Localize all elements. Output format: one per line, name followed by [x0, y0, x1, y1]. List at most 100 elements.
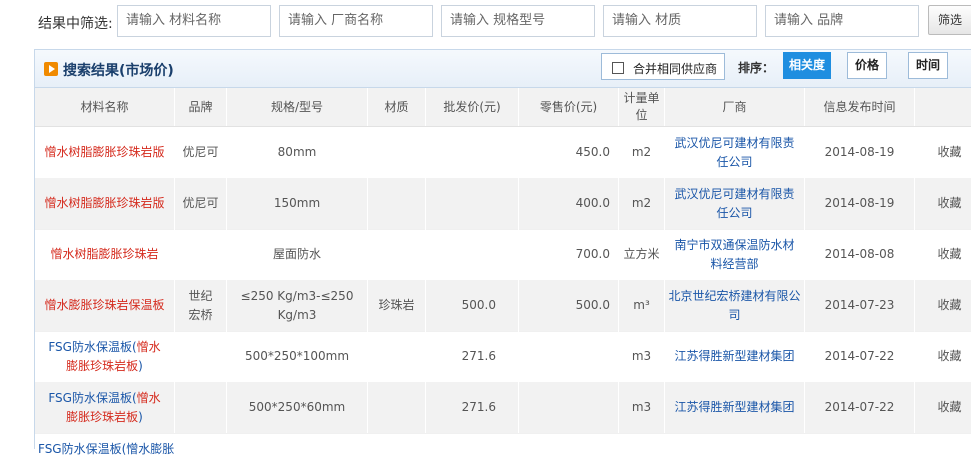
material-cell: [368, 178, 426, 229]
vendor-link[interactable]: 北京世纪宏桥建材有限公司: [665, 280, 805, 331]
table-row: FSG防水保温板(憎水膨胀珍珠岩板) 500*250*60mm 271.6 m3…: [35, 382, 971, 434]
wholesale-cell: [426, 127, 519, 178]
vendor-link[interactable]: 江苏得胜新型建材集团: [665, 331, 805, 382]
favorite-link[interactable]: 收藏: [915, 382, 971, 433]
vendor-link[interactable]: 江苏得胜新型建材集团: [665, 382, 805, 433]
date-cell: 2014-08-19: [805, 178, 915, 229]
favorite-link[interactable]: 收藏: [915, 280, 971, 331]
panel-header: 搜索结果(市场价) 合并相同供应商 排序： 相关度 价格 时间: [35, 50, 971, 88]
brand-cell: 优尼可: [175, 178, 227, 229]
brand-cell: [175, 229, 227, 280]
material-name-link[interactable]: 憎水树脂膨胀珍珠岩: [35, 229, 175, 280]
brand-cell: [175, 331, 227, 382]
col-material: 材质: [368, 88, 426, 126]
unit-cell: m³: [619, 280, 665, 331]
vendor-link[interactable]: 武汉优尼可建材有限责任公司: [665, 178, 805, 229]
vendor-link[interactable]: 南宁市双通保温防水材料经营部: [665, 229, 805, 280]
col-retail: 零售价(元): [519, 88, 619, 126]
vendor-link[interactable]: 武汉优尼可建材有限责任公司: [665, 127, 805, 178]
col-brand: 品牌: [175, 88, 227, 126]
col-unit: 计量单位: [619, 88, 665, 126]
filter-label: 结果中筛选:: [38, 16, 113, 32]
panel-title: 搜索结果(市场价): [63, 63, 174, 79]
retail-cell: [519, 331, 619, 382]
col-date: 信息发布时间: [805, 88, 915, 126]
sort-relevance-button[interactable]: 相关度: [783, 52, 831, 79]
retail-cell: 450.0: [519, 127, 619, 178]
brand-cell: 世纪宏桥: [175, 280, 227, 331]
favorite-link[interactable]: 收藏: [915, 178, 971, 229]
spec-cell: 屋面防水: [227, 229, 368, 280]
merge-checkbox[interactable]: [612, 62, 624, 74]
date-cell: 2014-07-23: [805, 280, 915, 331]
table-row: 憎水树脂膨胀珍珠岩版 优尼可 150mm 400.0 m2 武汉优尼可建材有限责…: [35, 178, 971, 230]
date-cell: 2014-08-19: [805, 127, 915, 178]
play-icon: [44, 62, 58, 76]
sort-time-button[interactable]: 时间: [908, 52, 948, 79]
spec-cell: 80mm: [227, 127, 368, 178]
sort-price-button[interactable]: 价格: [847, 52, 887, 79]
date-cell: 2014-07-22: [805, 331, 915, 382]
favorite-link[interactable]: 收藏: [915, 331, 971, 382]
filter-button[interactable]: 筛选: [928, 5, 971, 35]
retail-cell: 500.0: [519, 280, 619, 331]
col-action: [915, 88, 971, 126]
material-name-link[interactable]: FSG防水保温板(憎水膨胀珍珠岩板): [35, 331, 175, 382]
favorite-link[interactable]: 收藏: [915, 127, 971, 178]
spec-cell: 150mm: [227, 178, 368, 229]
material-type-input[interactable]: 请输入 材质: [603, 5, 757, 37]
name-prefix: FSG防水保温板(: [48, 339, 137, 354]
merge-label: 合并相同供应商: [633, 62, 718, 76]
material-name-link[interactable]: FSG防水保温板(憎水膨胀珍珠岩板): [35, 382, 175, 433]
wholesale-cell: 500.0: [426, 280, 519, 331]
wholesale-cell: [426, 229, 519, 280]
favorite-link[interactable]: 收藏: [915, 229, 971, 280]
table-header: 材料名称 品牌 规格/型号 材质 批发价(元) 零售价(元) 计量单位 厂商 信…: [35, 88, 971, 127]
material-cell: [368, 331, 426, 382]
material-name-link[interactable]: 憎水膨胀珍珠岩保温板: [35, 280, 175, 331]
unit-cell: m2: [619, 127, 665, 178]
brand-cell: [175, 382, 227, 433]
unit-cell: m3: [619, 331, 665, 382]
results-panel: 搜索结果(市场价) 合并相同供应商 排序： 相关度 价格 时间 材料名称 品牌 …: [34, 49, 971, 449]
material-name-input[interactable]: 请输入 材料名称: [117, 5, 271, 37]
retail-cell: [519, 382, 619, 433]
brand-input[interactable]: 请输入 品牌: [765, 5, 919, 37]
unit-cell: m2: [619, 178, 665, 229]
name-prefix: FSG防水保温板(: [48, 390, 137, 405]
table-row: 憎水膨胀珍珠岩保温板 世纪宏桥 ≤250 Kg/m3-≤250 Kg/m3 珍珠…: [35, 280, 971, 332]
brand-cell: 优尼可: [175, 127, 227, 178]
col-material-name: 材料名称: [35, 88, 175, 126]
material-cell: [368, 127, 426, 178]
wholesale-cell: [426, 178, 519, 229]
material-name-link[interactable]: 憎水树脂膨胀珍珠岩版: [35, 127, 175, 178]
sort-label: 排序：: [738, 61, 775, 75]
retail-cell: 700.0: [519, 229, 619, 280]
wholesale-cell: 271.6: [426, 382, 519, 433]
table-row: 憎水树脂膨胀珍珠岩 屋面防水 700.0 立方米 南宁市双通保温防水材料经营部 …: [35, 229, 971, 281]
col-wholesale: 批发价(元): [426, 88, 519, 126]
table-row: FSG防水保温板(憎水膨胀珍珠岩板) 500*250*100mm 271.6 m…: [35, 331, 971, 383]
retail-cell: 400.0: [519, 178, 619, 229]
spec-model-input[interactable]: 请输入 规格型号: [441, 5, 595, 37]
name-suffix: ): [138, 409, 143, 424]
date-cell: 2014-07-22: [805, 382, 915, 433]
col-vendor: 厂商: [665, 88, 805, 126]
partial-row-name[interactable]: FSG防水保温板(憎水膨胀: [38, 440, 174, 457]
unit-cell: 立方米: [619, 229, 665, 280]
table-row: 憎水树脂膨胀珍珠岩版 优尼可 80mm 450.0 m2 武汉优尼可建材有限责任…: [35, 127, 971, 179]
material-name-link[interactable]: 憎水树脂膨胀珍珠岩版: [35, 178, 175, 229]
material-cell: [368, 229, 426, 280]
filter-bar: 结果中筛选: 请输入 材料名称 请输入 厂商名称 请输入 规格型号 请输入 材质…: [0, 0, 971, 44]
spec-cell: 500*250*100mm: [227, 331, 368, 382]
wholesale-cell: 271.6: [426, 331, 519, 382]
spec-cell: ≤250 Kg/m3-≤250 Kg/m3: [227, 280, 368, 331]
merge-suppliers-toggle[interactable]: 合并相同供应商: [601, 53, 725, 80]
vendor-name-input[interactable]: 请输入 厂商名称: [279, 5, 433, 37]
spec-cell: 500*250*60mm: [227, 382, 368, 433]
material-cell: 珍珠岩: [368, 280, 426, 331]
unit-cell: m3: [619, 382, 665, 433]
date-cell: 2014-08-08: [805, 229, 915, 280]
material-cell: [368, 382, 426, 433]
col-spec: 规格/型号: [227, 88, 368, 126]
